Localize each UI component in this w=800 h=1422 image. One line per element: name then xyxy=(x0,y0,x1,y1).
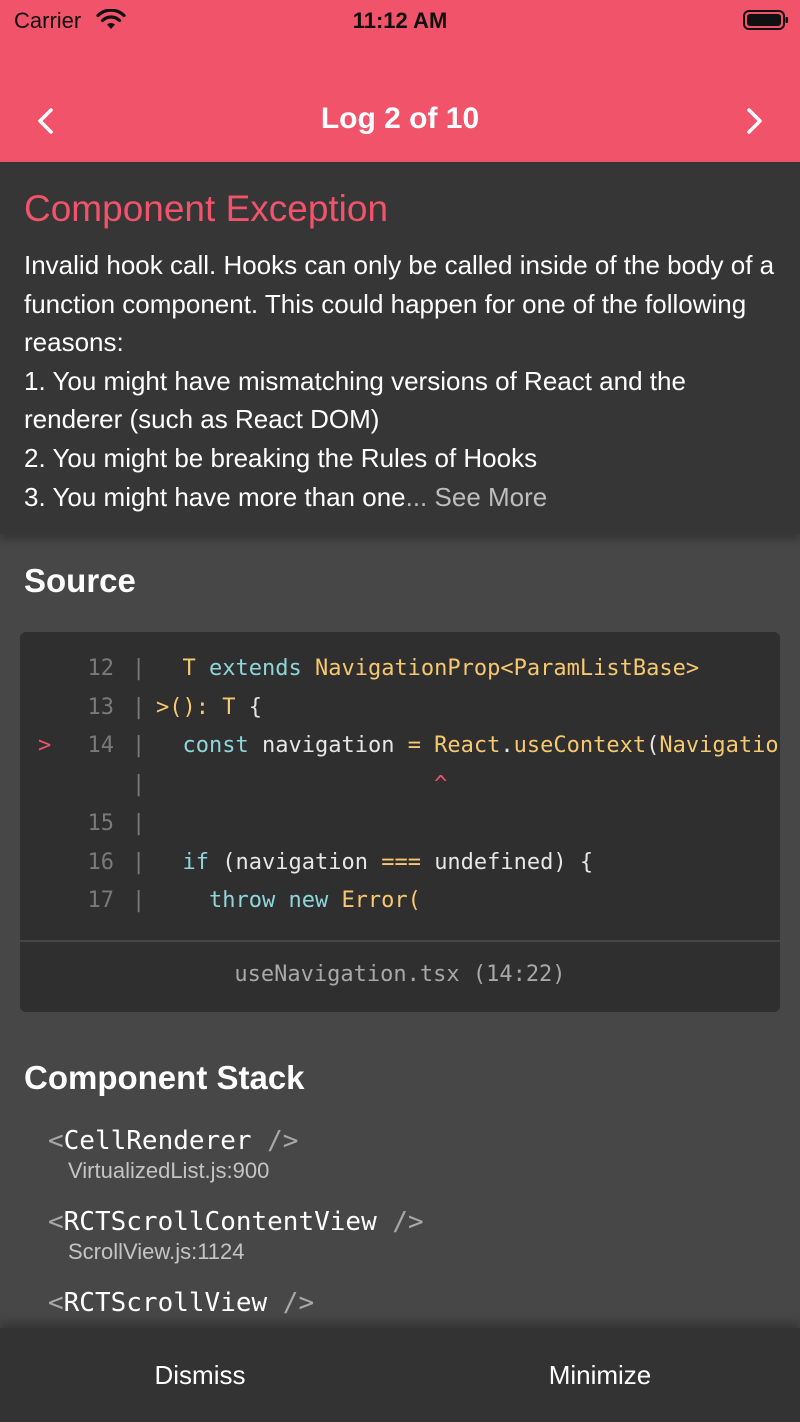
tag-open-bracket: < xyxy=(48,1288,64,1318)
component-stack-title: Component Stack xyxy=(24,1059,305,1096)
component-name: RCTScrollView xyxy=(63,1288,268,1318)
code-text: if (navigation === undefined) { xyxy=(156,844,780,882)
code-line: 15 | xyxy=(20,805,780,843)
exception-message-text: Invalid hook call. Hooks can only be cal… xyxy=(24,250,775,512)
stack-frame[interactable]: <RCTScrollContentView /> ScrollView.js:11… xyxy=(48,1207,424,1265)
stack-frame[interactable]: <RCTScrollView /> xyxy=(48,1288,314,1318)
tag-open-bracket: < xyxy=(48,1207,64,1237)
code-line: 16 | if (navigation === undefined) { xyxy=(20,844,780,882)
gutter-separator: | xyxy=(132,849,146,875)
code-line: 17 | throw new Error( xyxy=(20,882,780,920)
code-token: NavigationContext xyxy=(659,733,780,759)
code-token: T xyxy=(182,656,209,681)
code-token: { xyxy=(248,694,262,720)
gutter-separator: | xyxy=(132,694,146,720)
gutter-separator: | xyxy=(132,656,146,681)
stack-frame-component: <RCTScrollContentView /> xyxy=(48,1207,424,1237)
code-token: . xyxy=(500,733,514,759)
code-line: 12 | T extends NavigationProp<ParamListBa… xyxy=(20,650,780,688)
code-token: Error( xyxy=(341,888,421,914)
code-token: = React xyxy=(407,733,501,759)
tag-open-bracket: < xyxy=(48,1126,64,1156)
status-bar: Carrier 11:12 AM xyxy=(0,0,800,40)
gutter-separator: | xyxy=(132,772,146,798)
code-text: T extends NavigationProp<ParamListBase> xyxy=(156,650,780,688)
code-divider xyxy=(20,940,780,942)
code-token: extends xyxy=(209,656,315,681)
code-lines: 12 | T extends NavigationProp<ParamListBa… xyxy=(20,650,780,946)
source-section-title: Source xyxy=(24,562,136,599)
line-number: 12 xyxy=(87,656,115,681)
line-number: 13 xyxy=(87,694,115,720)
log-counter-title: Log 2 of 10 xyxy=(320,102,480,135)
footer-bar: Dismiss Minimize xyxy=(0,1328,800,1422)
component-name: RCTScrollContentView xyxy=(63,1207,377,1237)
code-line: 13 | >(): T { xyxy=(20,689,780,727)
code-frame: 12 | T extends NavigationProp<ParamListBa… xyxy=(20,632,780,1012)
gutter-separator: | xyxy=(132,888,146,914)
clock: 11:12 AM xyxy=(352,8,448,33)
line-number: 14 xyxy=(87,733,115,759)
stack-frame-file: VirtualizedList.js:900 xyxy=(68,1158,270,1183)
minimize-button[interactable]: Minimize xyxy=(400,1328,800,1422)
tag-close-bracket: /> xyxy=(267,1288,315,1318)
current-line-marker: > xyxy=(38,733,52,759)
code-line: >14 | const navigation = React.useContext… xyxy=(20,727,780,765)
component-name: CellRenderer xyxy=(63,1126,252,1156)
code-token: === xyxy=(381,849,435,875)
dismiss-button[interactable]: Dismiss xyxy=(0,1328,400,1422)
line-number: 15 xyxy=(87,810,115,836)
tag-close-bracket: /> xyxy=(251,1126,299,1156)
gutter-separator: | xyxy=(132,733,146,759)
code-token: NavigationProp<ParamListBase> xyxy=(314,656,700,681)
see-more-link[interactable]: See More xyxy=(435,482,548,512)
code-token: (navigation xyxy=(222,849,382,875)
code-token: undefined) { xyxy=(434,849,594,875)
code-token: >(): T xyxy=(156,694,249,720)
exception-title: Component Exception xyxy=(24,188,389,229)
code-text: throw new Error( xyxy=(156,882,780,920)
code-text: const navigation = React.useContext(Navi… xyxy=(156,727,781,765)
code-token: navigation xyxy=(261,733,408,759)
exception-message: Invalid hook call. Hooks can only be cal… xyxy=(24,246,784,516)
code-token: if xyxy=(182,849,223,875)
code-text: ^ xyxy=(156,766,780,804)
tag-close-bracket: /> xyxy=(376,1207,424,1237)
code-text: >(): T { xyxy=(156,689,780,727)
battery-icon xyxy=(743,10,788,30)
stack-frame-file: ScrollView.js:1124 xyxy=(68,1239,245,1264)
line-number: 17 xyxy=(87,888,115,914)
header-bar: Carrier 11:12 AM Log 2 of 10 xyxy=(0,0,800,162)
chevron-right-icon[interactable] xyxy=(732,100,776,144)
stack-frame-component: <RCTScrollView /> xyxy=(48,1288,314,1318)
code-line: | ^ xyxy=(20,766,780,804)
line-number: 16 xyxy=(87,849,115,875)
stack-frame-component: <CellRenderer /> xyxy=(48,1126,298,1156)
stack-frame[interactable]: <CellRenderer /> VirtualizedList.js:900 xyxy=(48,1126,298,1184)
gutter-separator: | xyxy=(132,810,146,836)
error-caret: ^ xyxy=(156,772,448,798)
code-token: ( xyxy=(646,733,660,759)
source-file-location[interactable]: useNavigation.tsx (14:22) xyxy=(20,962,780,987)
code-token: useContext xyxy=(513,733,647,759)
code-token: throw new xyxy=(208,888,342,914)
message-ellipsis: ... xyxy=(405,481,428,512)
code-token: const xyxy=(182,733,262,759)
